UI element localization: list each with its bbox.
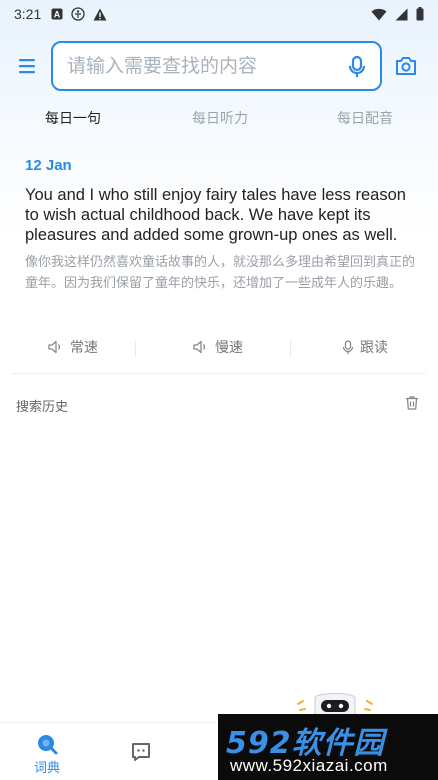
nav-dictionary[interactable]: 词典	[34, 733, 60, 776]
search-input[interactable]	[67, 55, 337, 77]
status-time: 3:21	[14, 6, 42, 22]
normal-speed-label: 常速	[70, 340, 98, 356]
speaker-icon	[193, 340, 206, 354]
sentence-english: You and I who still enjoy fairy tales ha…	[25, 186, 406, 244]
trash-icon[interactable]	[404, 395, 420, 411]
speaker-icon	[48, 340, 61, 354]
signal-icon	[395, 8, 408, 20]
a-notification-icon: A	[51, 8, 63, 20]
sentence-date: 12 Jan	[25, 157, 72, 174]
warning-icon	[93, 8, 107, 20]
accessibility-icon	[71, 7, 85, 21]
search-box[interactable]	[51, 41, 382, 91]
tab-daily-dubbing[interactable]: 每日配音	[337, 108, 393, 128]
slow-speed-button[interactable]: 慢速	[193, 337, 243, 357]
status-bar: 3:21 A	[0, 0, 438, 28]
audio-divider	[290, 341, 291, 357]
normal-speed-button[interactable]: 常速	[48, 337, 98, 357]
slow-speed-label: 慢速	[215, 340, 243, 356]
wifi-icon	[371, 8, 387, 20]
nav-dictionary-label: 词典	[34, 761, 61, 776]
microphone-icon[interactable]	[346, 55, 368, 79]
microphone-icon	[342, 339, 354, 354]
search-row	[0, 40, 438, 92]
audio-controls: 常速 慢速 跟读	[0, 337, 438, 361]
follow-read-label: 跟读	[360, 340, 388, 356]
nav-chat[interactable]	[130, 741, 152, 763]
watermark-logo: 592软件园 www.592xiazai.com	[218, 714, 438, 780]
daily-tabs: 每日一句 每日听力 每日配音	[0, 108, 438, 136]
search-history-title: 搜索历史	[16, 400, 69, 415]
watermark-url: www.592xiazai.com	[230, 756, 388, 775]
camera-icon[interactable]	[395, 56, 417, 76]
tab-daily-sentence[interactable]: 每日一句	[45, 108, 101, 128]
search-icon	[38, 735, 58, 755]
sentence-chinese: 像你我这样仍然喜欢童话故事的人，就没那么多理由希望回到真正的童年。因为我们保留了…	[25, 255, 416, 291]
svg-text:A: A	[54, 10, 61, 20]
menu-icon[interactable]	[18, 56, 38, 76]
follow-read-button[interactable]: 跟读	[342, 337, 388, 357]
audio-divider	[135, 341, 136, 357]
section-divider	[12, 373, 426, 374]
tab-daily-listening[interactable]: 每日听力	[192, 108, 248, 128]
battery-icon	[416, 7, 424, 21]
chat-bubble-icon	[132, 743, 150, 761]
